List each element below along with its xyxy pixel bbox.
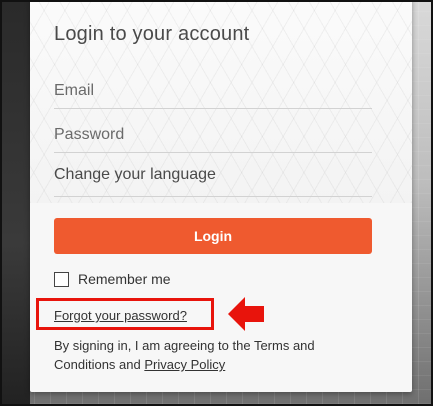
remember-me-row[interactable]: Remember me	[54, 270, 171, 288]
page-title: Login to your account	[54, 23, 250, 45]
forgot-password-link[interactable]: Forgot your password?	[54, 308, 187, 323]
background-dark-strip	[2, 2, 30, 404]
terms-text: By signing in, I am agreeing to the Term…	[54, 336, 374, 374]
remember-me-label: Remember me	[78, 271, 171, 287]
privacy-policy-link[interactable]: Privacy Policy	[144, 357, 225, 372]
left-arrow-icon	[228, 297, 264, 331]
remember-me-checkbox[interactable]	[54, 271, 69, 287]
screenshot-frame: Login to your account Change your langua…	[0, 0, 433, 406]
email-field[interactable]	[54, 74, 372, 109]
password-field[interactable]	[54, 118, 372, 153]
language-selector[interactable]: Change your language	[54, 162, 372, 197]
login-button[interactable]: Login	[54, 218, 372, 254]
login-card: Login to your account Change your langua…	[30, 2, 412, 392]
